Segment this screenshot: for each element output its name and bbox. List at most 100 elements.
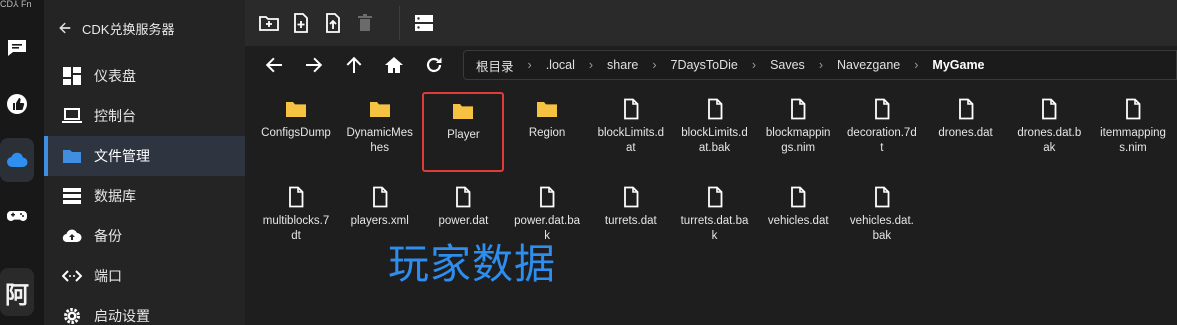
- cloud-icon[interactable]: [0, 138, 34, 182]
- upload-button[interactable]: [323, 13, 343, 33]
- folder-icon: [424, 94, 502, 128]
- file-icon: [339, 180, 421, 214]
- file-item[interactable]: blockLimits.dat.bak: [674, 92, 756, 172]
- sidebar-item-label: 文件管理: [94, 148, 150, 164]
- delete-button[interactable]: [355, 13, 375, 33]
- user-avatar[interactable]: 阿: [0, 268, 34, 316]
- file-icon: [841, 92, 923, 126]
- breadcrumb-item[interactable]: 根目录: [476, 56, 514, 75]
- file-name: blockLimits.dat.bak: [681, 127, 748, 154]
- arrow-left-icon: [265, 57, 282, 73]
- file-item[interactable]: turrets.dat.bak: [674, 180, 756, 260]
- new-file-button[interactable]: [291, 13, 311, 33]
- arrow-up-icon: [346, 56, 362, 73]
- file-icon: [255, 180, 337, 214]
- code-arrows-icon: [62, 270, 82, 282]
- file-item[interactable]: multiblocks.7dt: [255, 180, 337, 260]
- folder-icon: [63, 150, 81, 163]
- forward-button[interactable]: [303, 54, 325, 76]
- file-icon: [422, 180, 504, 214]
- file-item[interactable]: vehicles.dat: [757, 180, 839, 260]
- file-item[interactable]: drones.dat: [925, 92, 1007, 172]
- server-list-icon: [415, 15, 433, 31]
- file-item[interactable]: blockLimits.dat: [590, 92, 672, 172]
- breadcrumb-current[interactable]: MyGame: [932, 58, 984, 72]
- sidebar-item-startup-settings[interactable]: 启动设置: [44, 296, 245, 325]
- sidebar: CDK兑换服务器 仪表盘 控制台 文件管理 数据库 备份 端口 启动设置: [44, 0, 245, 325]
- file-name: blockLimits.dat: [597, 127, 665, 154]
- file-name: blockmappings.nim: [765, 127, 831, 154]
- sidebar-item-ports[interactable]: 端口: [44, 256, 245, 296]
- file-name: vehicles.dat: [767, 215, 829, 227]
- new-folder-button[interactable]: [259, 13, 279, 33]
- back-button[interactable]: [263, 54, 285, 76]
- file-icon: [757, 92, 839, 126]
- sidebar-item-file-manager[interactable]: 文件管理: [44, 136, 245, 176]
- folder-item[interactable]: Player: [422, 92, 505, 172]
- sidebar-item-console[interactable]: 控制台: [44, 96, 245, 136]
- breadcrumb-separator: ›: [751, 58, 757, 72]
- breadcrumb-item[interactable]: share: [607, 58, 638, 72]
- file-icon: [590, 180, 672, 214]
- file-icon: [674, 92, 756, 126]
- server-name: CDK兑换服务器: [82, 21, 175, 37]
- sidebar-item-label: 数据库: [94, 188, 136, 204]
- file-name: Player: [447, 129, 480, 141]
- file-name: multiblocks.7dt: [262, 215, 330, 242]
- overlay-caption: 玩家数据: [388, 240, 556, 288]
- file-item[interactable]: decoration.7dt: [841, 92, 923, 172]
- folder-item[interactable]: Region: [506, 92, 588, 172]
- file-item[interactable]: itemmappings.nim: [1092, 92, 1174, 172]
- breadcrumb-separator: ›: [588, 58, 594, 72]
- breadcrumb-separator: ›: [914, 58, 919, 72]
- dashboard-icon: [63, 67, 81, 85]
- gamepad-icon[interactable]: [0, 194, 34, 238]
- laptop-icon: [62, 108, 82, 123]
- back-arrow-icon[interactable]: [58, 21, 72, 35]
- breadcrumb-separator: ›: [527, 58, 532, 72]
- file-name: drones.dat: [938, 127, 993, 139]
- breadcrumb-item[interactable]: Saves: [770, 58, 805, 72]
- home-icon: [385, 57, 403, 73]
- file-item[interactable]: turrets.dat: [590, 180, 672, 260]
- folder-item[interactable]: DynamicMeshes: [339, 92, 421, 172]
- gear-icon: [64, 308, 80, 324]
- breadcrumb-item[interactable]: 7DaysToDie: [671, 58, 738, 72]
- home-button[interactable]: [383, 54, 405, 76]
- folder-item[interactable]: ConfigsDump: [255, 92, 337, 172]
- file-icon: [1008, 92, 1090, 126]
- navigation-bar: 根目录 › .local › share › 7DaysToDie › Save…: [245, 46, 1177, 84]
- file-name: turrets.dat: [604, 215, 657, 227]
- app-rail: CD⅄ Fn 阿: [0, 0, 44, 325]
- file-name: power.dat: [438, 215, 489, 227]
- file-icon: [925, 92, 1007, 126]
- file-name: itemmappings.nim: [1100, 127, 1166, 154]
- view-mode-button[interactable]: [414, 13, 434, 33]
- new-folder-icon: [259, 16, 279, 31]
- sidebar-item-dashboard[interactable]: 仪表盘: [44, 56, 245, 96]
- sidebar-item-label: 控制台: [94, 108, 136, 124]
- chat-icon[interactable]: [0, 26, 34, 70]
- file-item[interactable]: blockmappings.nim: [757, 92, 839, 172]
- file-icon: [674, 180, 756, 214]
- thumbs-up-icon[interactable]: [0, 82, 34, 126]
- toolbar-divider: [399, 6, 400, 40]
- breadcrumb-separator: ›: [652, 58, 657, 72]
- breadcrumb-separator: ›: [818, 58, 823, 72]
- file-name: drones.dat.bak: [1017, 127, 1082, 154]
- sidebar-item-label: 端口: [94, 268, 122, 284]
- sidebar-header[interactable]: CDK兑换服务器: [44, 0, 245, 56]
- file-item[interactable]: drones.dat.bak: [1008, 92, 1090, 172]
- sidebar-item-label: 备份: [94, 228, 122, 244]
- up-button[interactable]: [343, 54, 365, 76]
- sidebar-item-database[interactable]: 数据库: [44, 176, 245, 216]
- file-item[interactable]: vehicles.dat.bak: [841, 180, 923, 260]
- breadcrumb-item[interactable]: .local: [546, 58, 575, 72]
- breadcrumb-item[interactable]: Navezgane: [837, 58, 900, 72]
- file-name: decoration.7dt: [847, 127, 917, 154]
- database-icon: [63, 188, 81, 204]
- refresh-button[interactable]: [423, 54, 445, 76]
- folder-icon: [506, 92, 588, 126]
- sidebar-item-label: 仪表盘: [94, 68, 136, 84]
- sidebar-item-backup[interactable]: 备份: [44, 216, 245, 256]
